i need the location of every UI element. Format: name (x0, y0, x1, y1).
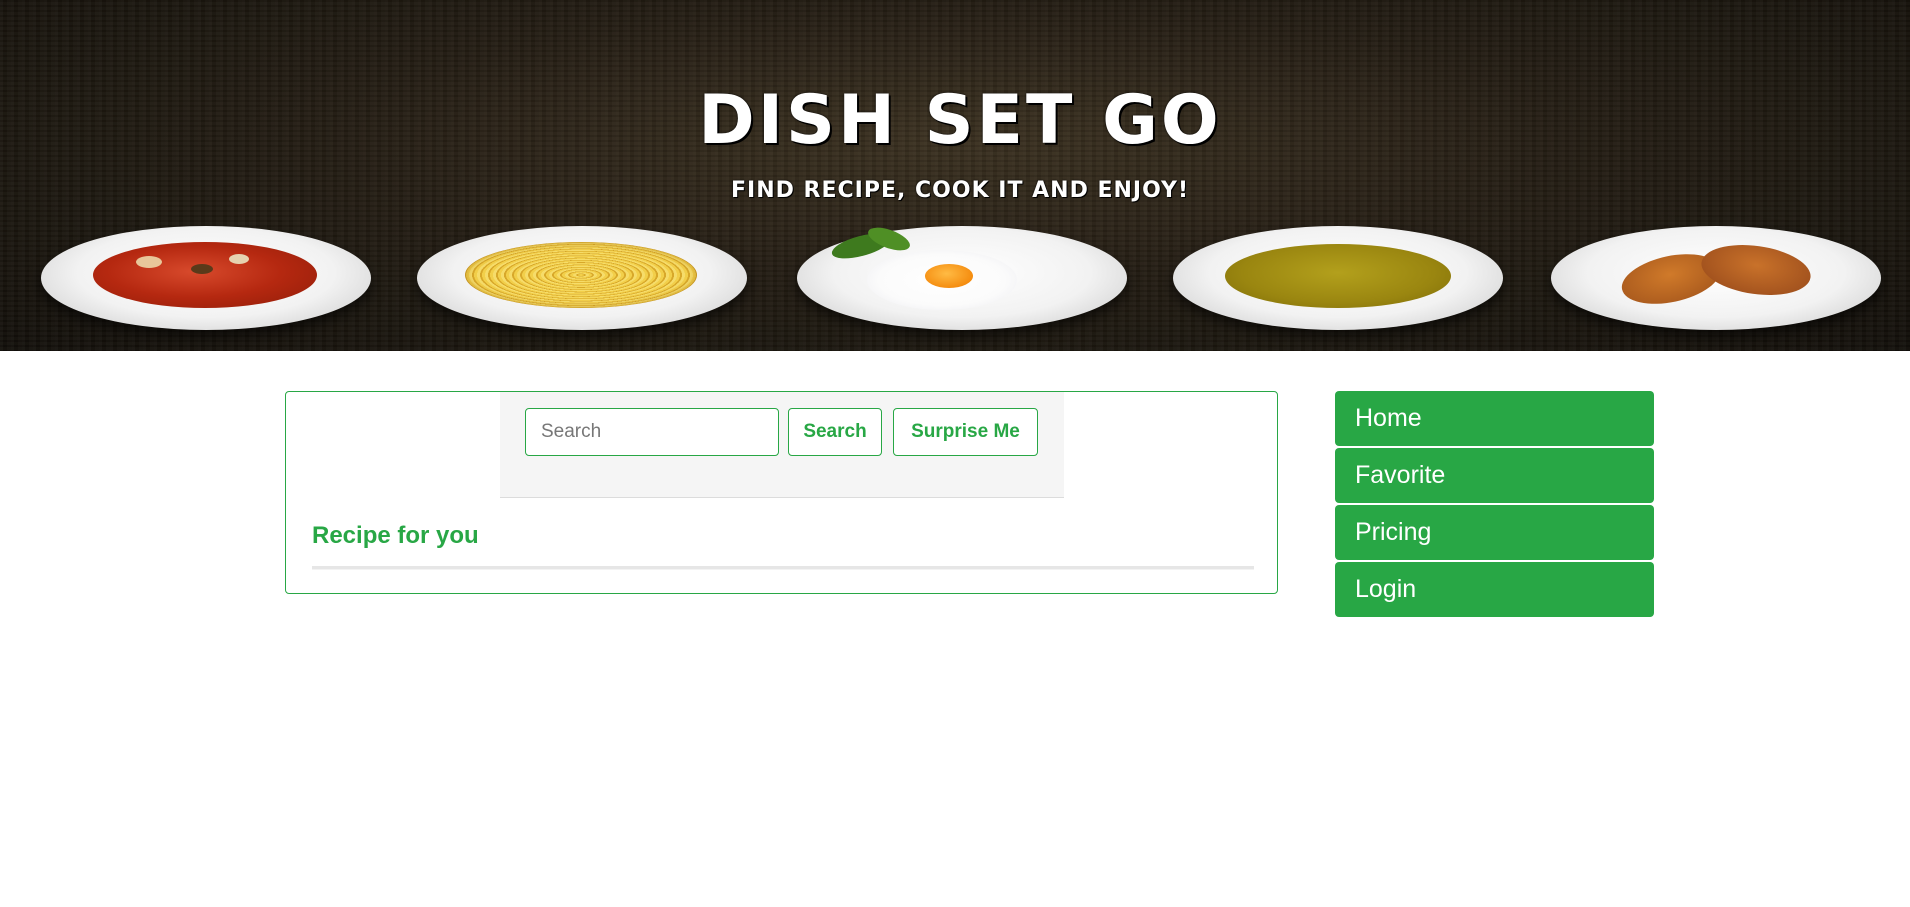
search-button[interactable]: Search (788, 408, 882, 456)
site-tagline: FIND RECIPE, COOK IT AND ENJOY! (731, 178, 1189, 203)
side-nav: Home Favorite Pricing Login (1335, 391, 1654, 619)
section-divider (312, 566, 1254, 570)
plate-green-soup-image (1173, 226, 1503, 330)
recipe-panel: Search Surprise Me Recipe for you (285, 391, 1278, 594)
site-title: DISH SET GO (698, 81, 1222, 160)
nav-pricing[interactable]: Pricing (1335, 505, 1654, 560)
search-input[interactable] (525, 408, 779, 456)
search-bar: Search Surprise Me (500, 392, 1064, 498)
plate-egg-image (797, 223, 1127, 330)
plate-croissant-image (1551, 226, 1881, 330)
nav-favorite[interactable]: Favorite (1335, 448, 1654, 503)
surprise-me-button[interactable]: Surprise Me (893, 408, 1038, 456)
recipe-section-title: Recipe for you (312, 522, 479, 549)
hero-banner: DISH SET GO FIND RECIPE, COOK IT AND ENJ… (0, 0, 1910, 351)
nav-login[interactable]: Login (1335, 562, 1654, 617)
plate-soup-image (41, 226, 371, 330)
plate-pasta-image (417, 226, 747, 330)
nav-home[interactable]: Home (1335, 391, 1654, 446)
